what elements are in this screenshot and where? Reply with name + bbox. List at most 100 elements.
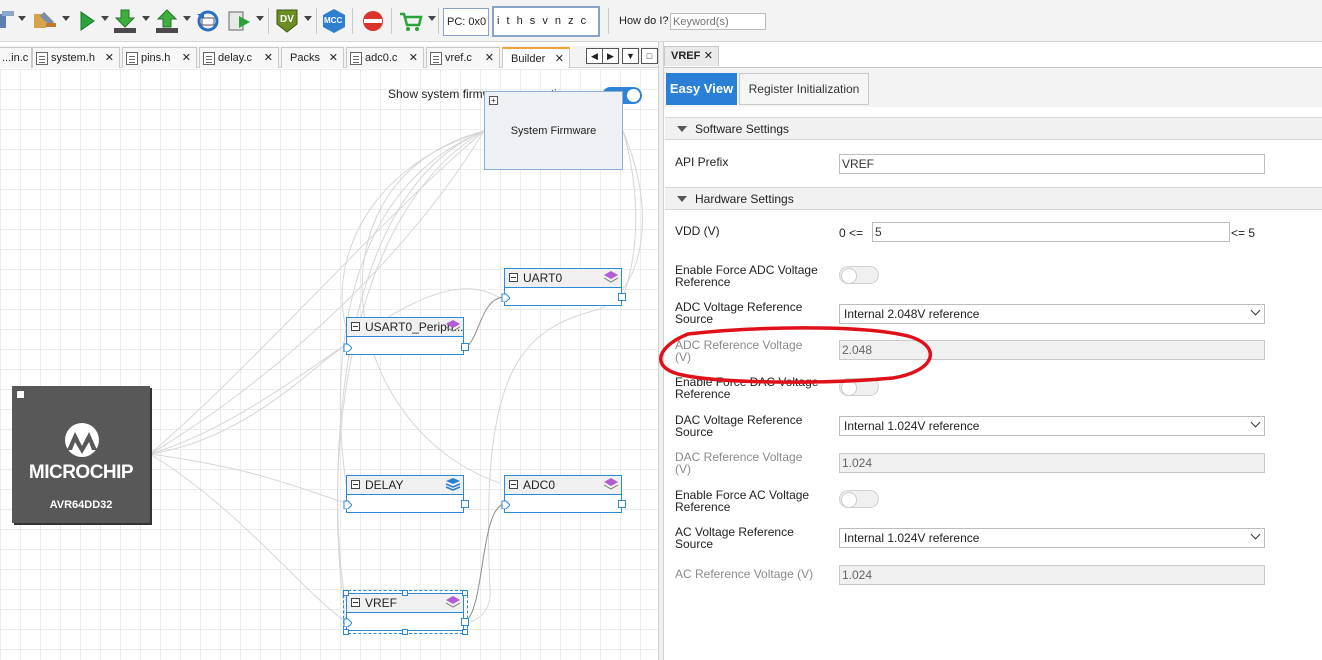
read-device-icon[interactable]	[154, 8, 180, 34]
tab-list-dropdown-icon[interactable]: ▼	[622, 48, 639, 64]
delay-node[interactable]: DELAY	[346, 475, 464, 513]
view-tabs: Easy View Register Initialization	[664, 67, 1322, 107]
tab-packs[interactable]: Packs ✕	[281, 47, 344, 68]
adc-force-label: Enable Force ADC Voltage Reference	[675, 263, 818, 289]
close-icon[interactable]: ✕	[409, 51, 418, 64]
tab-easy-view[interactable]: Easy View	[666, 73, 737, 105]
close-icon[interactable]: ✕	[264, 51, 273, 64]
resize-handle[interactable]	[402, 590, 408, 596]
chevron-down-icon[interactable]	[304, 16, 312, 21]
dac-reference-source-select[interactable]: Internal 1.024V reference	[839, 416, 1265, 436]
tab-scroll-left-icon[interactable]: ◀	[586, 48, 603, 64]
chevron-down-icon[interactable]	[183, 16, 191, 21]
keyword-search-input[interactable]	[670, 13, 766, 30]
close-icon[interactable]: ✕	[555, 52, 564, 65]
tab-system-h[interactable]: system.h ✕	[32, 47, 120, 68]
close-icon[interactable]: ✕	[105, 51, 114, 64]
adc-reference-voltage-field	[839, 340, 1265, 360]
output-port[interactable]	[461, 618, 469, 626]
tab-main-c[interactable]: ...in.c	[0, 47, 32, 68]
input-port[interactable]	[343, 500, 352, 509]
tab-vref-c[interactable]: vref.c ✕	[426, 47, 500, 68]
collapse-icon[interactable]	[509, 480, 518, 489]
input-port[interactable]	[343, 343, 352, 352]
tab-scroll-right-icon[interactable]: ▶	[602, 48, 619, 64]
close-icon[interactable]: ✕	[704, 47, 713, 66]
vdd-min-label: 0 <=	[839, 226, 864, 240]
program-device-icon[interactable]	[112, 8, 138, 34]
input-port[interactable]	[501, 293, 510, 302]
adc-reference-source-select[interactable]: Internal 2.048V reference	[839, 304, 1265, 324]
clean-build-icon[interactable]	[30, 8, 58, 34]
layers-icon	[445, 596, 461, 608]
chevron-down-icon[interactable]	[18, 16, 26, 21]
vref-node[interactable]: VREF	[346, 593, 464, 631]
dac-reference-voltage-label: DAC Reference Voltage (V)	[675, 450, 803, 476]
input-port[interactable]	[501, 500, 510, 509]
mcc-icon[interactable]: MCC	[321, 8, 347, 34]
file-icon	[350, 51, 362, 65]
dac-reference-voltage-field	[839, 453, 1265, 473]
tab-delay-c[interactable]: delay.c ✕	[199, 47, 279, 68]
microchip-logo-icon	[65, 423, 99, 457]
resize-handle[interactable]	[343, 590, 349, 596]
software-settings-header[interactable]: Software Settings	[665, 117, 1322, 140]
data-visualizer-icon[interactable]: DV	[274, 8, 300, 34]
expand-icon[interactable]: +	[489, 96, 498, 105]
vdd-input[interactable]	[872, 222, 1230, 242]
usart0-peripheral-node[interactable]: USART0_Periph...	[346, 317, 464, 355]
ac-reference-source-select[interactable]: Internal 1.024V reference	[839, 528, 1265, 548]
chevron-down-icon[interactable]	[101, 16, 109, 21]
system-firmware-node[interactable]: + System Firmware	[484, 91, 623, 170]
collapse-icon[interactable]	[351, 322, 360, 331]
adc-reference-voltage-label: ADC Reference Voltage (V)	[675, 338, 803, 364]
close-icon[interactable]: ✕	[182, 51, 191, 64]
output-port[interactable]	[461, 343, 469, 351]
ac-force-toggle[interactable]	[839, 490, 879, 508]
output-port[interactable]	[461, 500, 469, 508]
layers-icon	[445, 478, 461, 491]
chevron-down-icon[interactable]	[62, 16, 70, 21]
harmony-icon[interactable]	[360, 8, 386, 34]
uart0-node[interactable]: UART0	[504, 268, 622, 306]
tab-builder[interactable]: Builder ✕	[502, 47, 570, 68]
expand-icon[interactable]: +	[16, 390, 25, 399]
output-port[interactable]	[618, 500, 626, 508]
tab-register-initialization[interactable]: Register Initialization	[739, 73, 869, 105]
api-prefix-input[interactable]	[839, 154, 1265, 174]
tab-pins-h[interactable]: pins.h ✕	[122, 47, 197, 68]
dac-force-toggle[interactable]	[839, 378, 879, 396]
collapse-icon[interactable]	[351, 480, 360, 489]
chevron-down-icon[interactable]	[142, 16, 150, 21]
resize-handle[interactable]	[402, 629, 408, 635]
how-do-i-label: How do I?	[619, 15, 669, 27]
chevron-down-icon[interactable]	[256, 16, 264, 21]
collapse-icon[interactable]	[351, 598, 360, 607]
resize-handle[interactable]	[462, 590, 468, 596]
chevron-down-icon	[1250, 529, 1261, 540]
close-icon[interactable]: ✕	[329, 51, 338, 64]
resize-handle[interactable]	[343, 629, 349, 635]
maximize-window-icon[interactable]: □	[641, 48, 658, 64]
run-icon[interactable]	[78, 8, 96, 34]
tab-vref[interactable]: VREF ✕	[664, 46, 719, 66]
close-icon[interactable]: ✕	[485, 51, 494, 64]
cart-icon[interactable]	[398, 8, 424, 34]
build-icon[interactable]	[0, 8, 16, 34]
chevron-down-icon[interactable]	[428, 16, 436, 21]
adc-source-label: ADC Voltage Reference Source	[675, 300, 803, 326]
hardware-settings-header[interactable]: Hardware Settings	[665, 187, 1322, 210]
collapse-icon[interactable]	[509, 273, 518, 282]
resize-handle[interactable]	[462, 629, 468, 635]
builder-canvas[interactable]: Show system firmware connections + Syste…	[0, 69, 658, 660]
reset-icon[interactable]	[195, 8, 221, 34]
adc0-node[interactable]: ADC0	[504, 475, 622, 513]
adc-force-toggle[interactable]	[839, 266, 879, 284]
input-port[interactable]	[343, 618, 352, 627]
output-port[interactable]	[618, 293, 626, 301]
tab-adc0-c[interactable]: adc0.c ✕	[346, 47, 424, 68]
file-icon	[36, 51, 48, 65]
file-icon	[430, 51, 442, 65]
debug-icon[interactable]	[227, 8, 253, 34]
mcu-chip-node[interactable]: + MICROCHIP AVR64DD32	[12, 386, 150, 523]
